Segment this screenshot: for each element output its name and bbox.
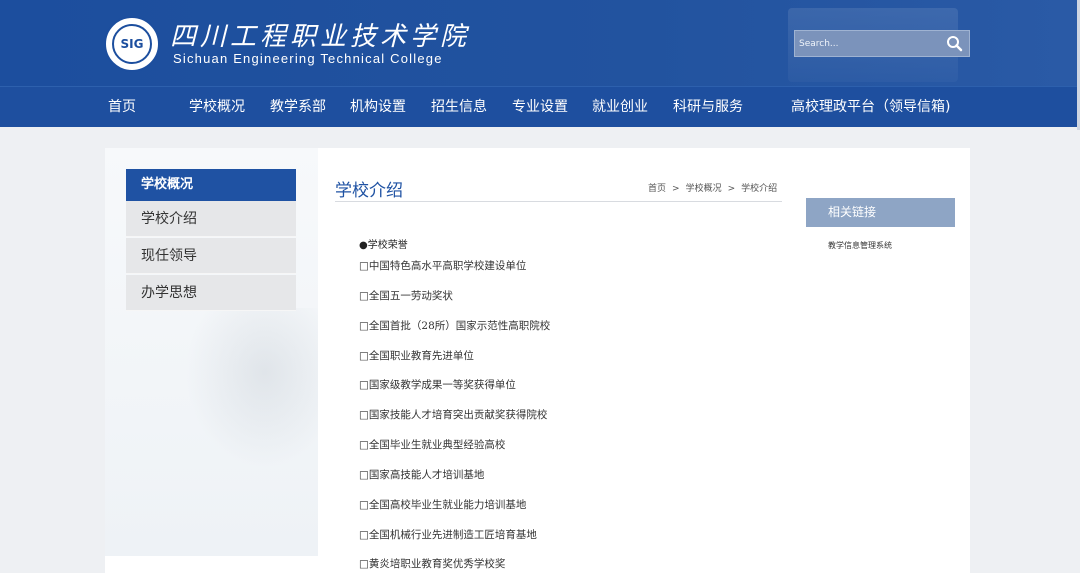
nav-item-employment[interactable]: 就业创业	[592, 87, 648, 128]
nav-item-organization[interactable]: 机构设置	[350, 87, 406, 128]
school-name-en: Sichuan Engineering Technical College	[173, 51, 443, 66]
title-divider	[335, 201, 782, 202]
honor-item: □国家技能人才培育突出贡献奖获得院校	[359, 409, 548, 421]
honor-item: □全国五一劳动奖状	[359, 290, 453, 302]
nav-item-governance[interactable]: 高校理政平台（领导信箱)	[791, 87, 950, 128]
sidebar-item-leadership[interactable]: 现任领导	[126, 238, 296, 274]
honor-item: □全国机械行业先进制造工匠培育基地	[359, 529, 537, 541]
honor-item: □全国高校毕业生就业能力培训基地	[359, 499, 527, 511]
sidebar: 学校概况 学校介绍 现任领导 办学思想	[105, 148, 318, 556]
nav-item-admissions[interactable]: 招生信息	[431, 87, 487, 128]
nav-item-departments[interactable]: 教学系部	[270, 87, 326, 128]
search-box	[794, 30, 970, 57]
nav-item-research[interactable]: 科研与服务	[673, 87, 743, 128]
honor-item: □全国首批（28所）国家示范性高职院校	[359, 320, 551, 332]
honor-item: □中国特色高水平高职学校建设单位	[359, 260, 527, 272]
nav-item-overview[interactable]: 学校概况	[189, 87, 245, 128]
breadcrumb-separator: >	[727, 184, 736, 194]
honor-item: □国家高技能人才培训基地	[359, 469, 485, 481]
site-header: SIG 四川工程职业技术学院 Sichuan Engineering Techn…	[0, 0, 1080, 86]
related-links-title: 相关链接	[806, 198, 955, 227]
honor-item: □全国职业教育先进单位	[359, 350, 474, 362]
nav-item-majors[interactable]: 专业设置	[512, 87, 568, 128]
honor-item: □全国毕业生就业典型经验高校	[359, 439, 506, 451]
breadcrumb: 首页 > 学校概况 > 学校介绍	[648, 181, 777, 194]
honor-heading: ●学校荣誉	[359, 240, 408, 251]
page-title: 学校介绍	[335, 181, 403, 201]
main-nav: 首页 学校概况 教学系部 机构设置 招生信息 专业设置 就业创业 科研与服务 高…	[0, 86, 1080, 127]
sidebar-background-image	[185, 308, 318, 468]
logo-mark: SIG	[120, 37, 144, 51]
breadcrumb-separator: >	[672, 184, 680, 194]
school-logo[interactable]: SIG	[104, 16, 160, 72]
content-panel: 学校概况 学校介绍 现任领导 办学思想 学校介绍 首页 > 学校概况 > 学校介绍 ●学…	[105, 148, 970, 573]
sidebar-item-introduction[interactable]: 学校介绍	[126, 201, 296, 237]
honor-item: □国家级教学成果一等奖获得单位	[359, 379, 516, 391]
related-link-teaching-system[interactable]: 教学信息管理系统	[828, 240, 892, 251]
sidebar-title[interactable]: 学校概况	[126, 169, 296, 201]
sidebar-item-philosophy[interactable]: 办学思想	[126, 275, 296, 311]
nav-item-home[interactable]: 首页	[108, 87, 136, 128]
breadcrumb-home[interactable]: 首页	[648, 181, 666, 194]
breadcrumb-current[interactable]: 学校介绍	[741, 181, 777, 194]
honor-item: □黄炎培职业教育奖优秀学校奖	[359, 558, 506, 570]
breadcrumb-overview[interactable]: 学校概况	[686, 181, 722, 194]
search-icon[interactable]	[945, 34, 965, 54]
search-input[interactable]	[799, 34, 939, 54]
school-name-cn[interactable]: 四川工程职业技术学院	[170, 16, 470, 53]
